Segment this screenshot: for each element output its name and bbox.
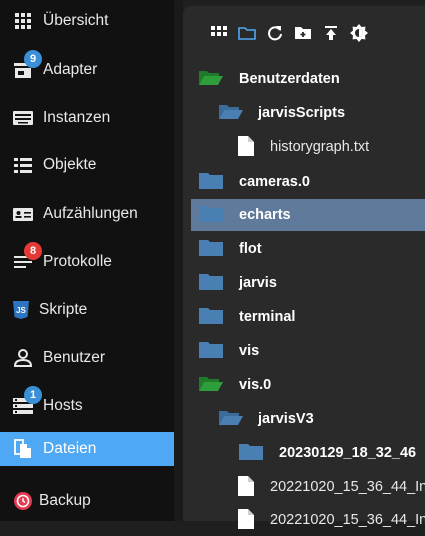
folder-row[interactable]: vis.0 [191,369,425,401]
contact-card-icon [13,208,33,221]
file-toolbar [210,24,368,42]
folder-icon [199,173,223,189]
js-icon: JS [13,301,29,319]
folder-name: 20230129_18_32_46 [279,445,417,461]
nav-skripte[interactable]: JS Skripte [0,293,174,327]
folder-name: terminal [239,309,296,325]
brightness-icon[interactable] [350,24,368,42]
backup-icon [14,492,32,510]
folder-name: jarvisV3 [258,411,314,427]
folder-row[interactable]: jarvis [191,267,425,299]
nav-label: Backup [39,492,91,509]
nav-protokolle[interactable]: 8 Protokolle [0,242,174,279]
folder-row[interactable]: vis [191,335,425,367]
adapter-update-badge: 9 [24,50,42,68]
nav-objekte[interactable]: Objekte [0,148,174,182]
nav-hosts[interactable]: 1 Hosts [0,386,174,423]
file-icon [238,136,254,156]
svg-text:JS: JS [16,306,26,315]
folder-name: echarts [239,207,291,223]
sidebar-divider [174,0,183,521]
folder-row[interactable]: jarvisV3 [191,403,425,435]
nav-label: Aufzählungen [43,205,138,222]
file-icon [238,476,254,496]
nav-dateien[interactable]: Dateien [0,432,174,466]
nav-label: Dateien [43,440,97,457]
folder-row[interactable]: cameras.0 [191,166,425,198]
new-folder-icon[interactable] [294,24,312,42]
file-browser-panel: Benutzerdaten jarvisScripts historygraph… [183,6,425,529]
hosts-update-badge: 1 [24,386,42,404]
folder-icon [199,308,223,324]
grid-icon [15,13,31,29]
folder-row-selected[interactable]: echarts [191,199,425,231]
folder-open-icon [219,105,243,119]
folder-name: cameras.0 [239,174,310,190]
folder-name: jarvisScripts [258,105,346,121]
folder-icon [199,342,223,358]
upload-icon[interactable] [322,24,340,42]
nav-label: Instanzen [43,109,111,126]
file-row[interactable]: historygraph.txt [191,131,425,163]
files-icon [14,439,31,458]
folder-row[interactable]: 20230129_18_32_46 [191,437,425,469]
nav-instanzen[interactable]: Instanzen [0,101,174,135]
folder-open-icon [219,411,243,425]
folder-row[interactable]: jarvisScripts [191,97,425,129]
nav-label: Benutzer [43,349,106,366]
nav-benutzer[interactable]: Benutzer [0,341,174,375]
folder-icon [199,206,223,222]
folder-icon [199,240,223,256]
tile-view-icon[interactable] [210,24,228,42]
file-icon [238,509,254,529]
file-name: historygraph.txt [270,139,370,155]
folder-row[interactable]: flot [191,233,425,265]
nav-label: Übersicht [43,12,109,29]
nav-label: Hosts [43,397,83,414]
folder-open-icon [199,71,223,85]
folder-name: jarvis [239,275,277,291]
file-name: 20221020_15_36_44_In [270,479,425,495]
nav-aufzaehlungen[interactable]: Aufzählungen [0,197,174,231]
sidebar: Übersicht 9 Adapter Instanzen Objekte Au… [0,0,174,521]
nav-uebersicht[interactable]: Übersicht [0,4,174,38]
nav-label: Objekte [43,156,97,173]
folder-row[interactable]: terminal [191,301,425,333]
folder-row[interactable]: Benutzerdaten [191,63,425,95]
nav-label: Skripte [39,301,88,318]
file-name: 20221020_15_36_44_In [270,512,425,528]
folder-icon [199,274,223,290]
folder-icon [239,444,263,460]
nav-label: Protokolle [43,253,112,270]
nav-adapter[interactable]: 9 Adapter [0,50,174,87]
folder-view-icon[interactable] [238,24,256,42]
folder-name: vis.0 [239,377,272,393]
refresh-icon[interactable] [266,24,284,42]
protokolle-warning-badge: 8 [24,242,42,260]
folder-open-icon [199,377,223,391]
person-icon [13,349,33,367]
folder-name: flot [239,241,262,257]
nav-label: Adapter [43,61,98,78]
list-icon [14,158,32,173]
file-row[interactable]: 20221020_15_36_44_In [191,504,425,536]
folder-name: Benutzerdaten [239,71,340,87]
keyboard-icon [13,111,33,125]
file-row[interactable]: 20221020_15_36_44_In [191,471,425,503]
folder-name: vis [239,343,260,359]
nav-backup[interactable]: Backup [0,484,174,518]
